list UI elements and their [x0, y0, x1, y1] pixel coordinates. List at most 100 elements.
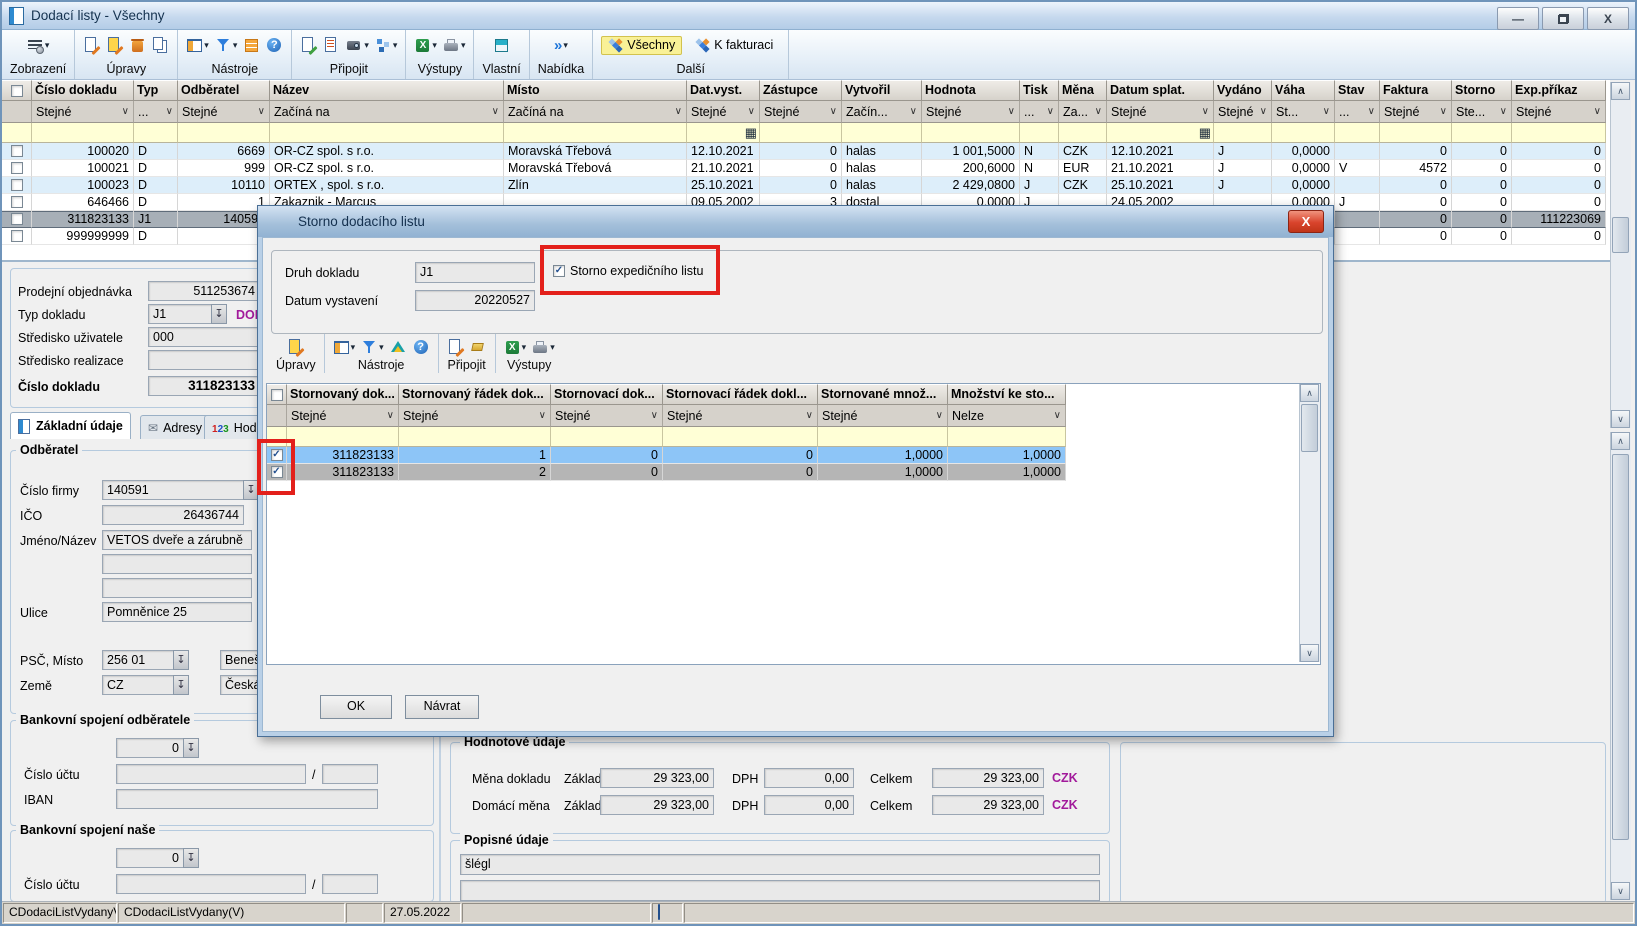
row-checkbox-cell[interactable] — [2, 194, 32, 211]
filter-dropdown[interactable]: ...∨ — [1020, 101, 1059, 123]
psc-field[interactable]: 256 01 — [102, 650, 174, 670]
column-header[interactable]: Vydáno — [1214, 80, 1272, 101]
menu-button[interactable]: »▾ — [554, 38, 568, 53]
scroll-up-button[interactable]: ∧ — [1300, 384, 1319, 402]
scroll-up-button[interactable]: ∧ — [1611, 432, 1630, 450]
attach-links-button[interactable]: ▾ — [375, 37, 398, 54]
table-row[interactable]: 100021D999OR-CZ spol. s r.o.Moravská Tře… — [2, 160, 1606, 177]
column-header[interactable]: Zástupce — [760, 80, 842, 101]
scroll-thumb[interactable] — [1612, 454, 1629, 840]
filter-dropdown[interactable]: ...∨ — [134, 101, 178, 123]
bank1-ucet-field[interactable] — [116, 764, 306, 784]
column-header[interactable]: Stornovací dok... — [551, 384, 663, 405]
ok-button[interactable]: OK — [320, 695, 392, 719]
table-settings-button[interactable]: ▾ — [186, 37, 209, 54]
select-all-checkbox[interactable] — [11, 85, 23, 97]
filter-dropdown[interactable]: Ste...∨ — [1452, 101, 1512, 123]
stredisko-realizace-field[interactable] — [148, 350, 260, 370]
filter-input[interactable] — [663, 427, 818, 447]
column-header[interactable]: Stav — [1335, 80, 1380, 101]
column-header[interactable]: Stornovací řádek dokl... — [663, 384, 818, 405]
stredisko-uzivatele-field[interactable]: 000 — [148, 327, 260, 347]
filter-input[interactable]: ▦ — [687, 123, 760, 143]
filter-input[interactable] — [1272, 123, 1335, 143]
filter-input[interactable] — [1380, 123, 1452, 143]
copy-record-icon[interactable] — [152, 37, 169, 54]
edit-record-icon[interactable] — [106, 37, 123, 54]
filter-input[interactable] — [270, 123, 504, 143]
attach-list-icon[interactable] — [323, 37, 340, 54]
filter-dropdown[interactable]: Stejné∨ — [551, 405, 663, 427]
column-header[interactable]: Datum splat. — [1107, 80, 1214, 101]
bank2-kod-field[interactable] — [322, 874, 378, 894]
row-checkbox-cell[interactable] — [2, 160, 32, 177]
bank1-index-spinner[interactable]: ↧ — [183, 738, 199, 758]
filter-input[interactable] — [134, 123, 178, 143]
table-row[interactable]: 100020D6669OR-CZ spol. s r.o.Moravská Tř… — [2, 143, 1606, 160]
filter-dropdown[interactable]: Stejné∨ — [1380, 101, 1452, 123]
filter-dropdown[interactable]: Stejné∨ — [687, 101, 760, 123]
filter-input[interactable] — [1059, 123, 1107, 143]
filter-button[interactable]: ▾ — [361, 339, 384, 356]
tab-zakladni-udaje[interactable]: Základní údaje — [10, 412, 131, 439]
row-checkbox[interactable] — [11, 145, 23, 157]
display-options-button[interactable]: ▾ — [27, 37, 50, 54]
popis-field-2[interactable] — [460, 880, 1100, 901]
table-row[interactable]: ✓3118231331001,00001,0000 — [267, 447, 1066, 464]
filter-dropdown[interactable]: Začín...∨ — [842, 101, 922, 123]
custom-view-icon[interactable] — [493, 37, 510, 54]
scroll-thumb[interactable] — [1301, 404, 1318, 452]
column-header[interactable]: Faktura — [1380, 80, 1452, 101]
column-header[interactable]: Stornovaný dok... — [287, 384, 399, 405]
jmeno-nazev-field-3[interactable] — [102, 578, 252, 598]
storno-expedicniho-listu-checkbox[interactable]: ✓ Storno expedičního listu — [553, 264, 703, 278]
filter-input[interactable] — [948, 427, 1066, 447]
calendar-icon[interactable]: ▦ — [1199, 126, 1211, 139]
tag-icon[interactable] — [470, 339, 487, 356]
row-checkbox[interactable] — [11, 213, 23, 225]
filter-input[interactable] — [399, 427, 551, 447]
ico-field[interactable]: 26436744 — [102, 505, 244, 525]
column-header[interactable]: Dat.vyst. — [687, 80, 760, 101]
row-checkbox-cell[interactable] — [2, 228, 32, 245]
new-record-icon[interactable] — [83, 37, 100, 54]
filter-input[interactable] — [287, 427, 399, 447]
zeme-spinner[interactable]: ↧ — [173, 675, 189, 695]
filter-input[interactable] — [504, 123, 687, 143]
filter-button[interactable]: ▾ — [215, 37, 238, 54]
close-button[interactable]: X — [1587, 7, 1629, 30]
row-checkbox-cell[interactable] — [2, 143, 32, 160]
column-header[interactable]: Tisk — [1020, 80, 1059, 101]
navrat-button[interactable]: Návrat — [405, 695, 479, 719]
pyramid-icon[interactable] — [390, 339, 407, 356]
excel-export-button[interactable]: X▾ — [414, 37, 437, 54]
popis-field-1[interactable]: šlégl — [460, 854, 1100, 875]
column-header[interactable]: Stornované množ... — [818, 384, 948, 405]
calendar-icon[interactable]: ▦ — [745, 126, 757, 139]
tab-adresy[interactable]: ✉ Adresy — [140, 415, 210, 439]
row-checkbox[interactable] — [11, 196, 23, 208]
table-row[interactable]: 100023D10110ORTEX , spol. s r.o.Zlín25.1… — [2, 177, 1606, 194]
row-checkbox[interactable] — [11, 230, 23, 242]
help-icon[interactable]: ? — [413, 339, 430, 356]
filter-dropdown[interactable]: Nelze∨ — [948, 405, 1066, 427]
filter-input[interactable] — [1020, 123, 1059, 143]
filter-dropdown[interactable]: Stejné∨ — [399, 405, 551, 427]
select-all-checkbox[interactable] — [271, 389, 283, 401]
column-header[interactable]: Typ — [134, 80, 178, 101]
column-header[interactable]: Vytvořil — [842, 80, 922, 101]
excel-export-button[interactable]: X▾ — [504, 339, 527, 356]
table-scrollbar[interactable]: ∧ ∨ — [1610, 82, 1631, 428]
bank2-index-field[interactable]: 0 — [116, 848, 184, 868]
filter-dropdown[interactable]: Stejné∨ — [178, 101, 270, 123]
column-header[interactable]: Storno — [1452, 80, 1512, 101]
prodejni-objednavka-field[interactable]: 511253674 — [148, 281, 260, 301]
filter-dropdown[interactable]: Stejné∨ — [760, 101, 842, 123]
scroll-thumb[interactable] — [1612, 217, 1629, 253]
row-checkbox-cell[interactable] — [2, 211, 32, 228]
filter-dropdown[interactable]: Za...∨ — [1059, 101, 1107, 123]
scroll-down-button[interactable]: ∨ — [1611, 882, 1630, 900]
filter-input[interactable]: ▦ — [1107, 123, 1214, 143]
filter-vsechny-button[interactable]: Všechny — [601, 36, 682, 55]
column-header[interactable]: Stornovaný řádek dok... — [399, 384, 551, 405]
